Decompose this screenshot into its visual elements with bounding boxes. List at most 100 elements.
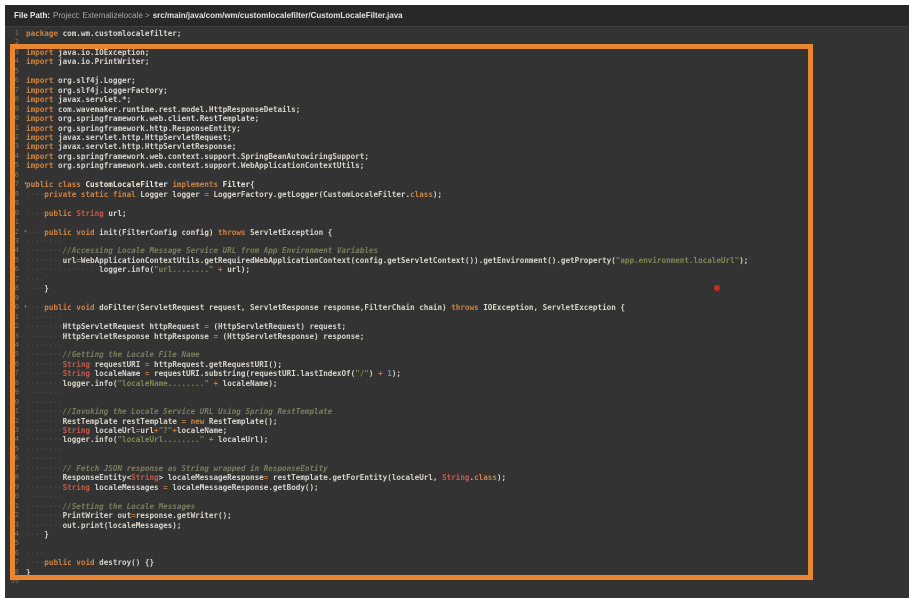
code-line[interactable]: 12import javax.servlet.http.HttpServletR… bbox=[5, 133, 909, 142]
code-line[interactable]: 57····public void destroy() {} bbox=[5, 558, 909, 567]
code-line-content[interactable]: ········//Setting the Locale Messages bbox=[21, 502, 195, 511]
code-line-content[interactable]: import org.slf4j.LoggerFactory; bbox=[21, 86, 168, 95]
code-line[interactable]: 9import com.wavemaker.runtime.rest.model… bbox=[5, 105, 909, 114]
code-editor[interactable]: 1package com.wm.customlocalefilter;23imp… bbox=[5, 27, 909, 598]
code-line[interactable]: 1package com.wm.customlocalefilter; bbox=[5, 29, 909, 38]
code-line[interactable]: 56···· bbox=[5, 549, 909, 558]
code-line-content[interactable]: ········ bbox=[21, 341, 63, 350]
code-line[interactable]: 33········HttpServletResponse httpRespon… bbox=[5, 332, 909, 341]
code-line-content[interactable]: public class CustomLocaleFilter implemen… bbox=[21, 180, 255, 189]
code-line[interactable]: 58} bbox=[5, 568, 909, 577]
code-line-content[interactable] bbox=[21, 577, 26, 586]
code-line[interactable]: 29 bbox=[5, 294, 909, 303]
code-line-content[interactable] bbox=[21, 171, 26, 180]
code-line-content[interactable]: ········ bbox=[21, 454, 63, 463]
code-line[interactable]: 27···· bbox=[5, 275, 909, 284]
code-line-content[interactable]: ········ bbox=[21, 237, 63, 246]
code-line[interactable]: 23········ bbox=[5, 237, 909, 246]
code-line[interactable]: 50········ bbox=[5, 492, 909, 501]
code-line[interactable]: 36········String requestURI = httpReques… bbox=[5, 360, 909, 369]
code-line[interactable]: 24········//Accessing Locale Message Ser… bbox=[5, 246, 909, 255]
code-line[interactable]: 17▾public class CustomLocaleFilter imple… bbox=[5, 180, 909, 189]
code-line-content[interactable] bbox=[21, 218, 26, 227]
code-line-content[interactable]: ········//Getting the Locale File Name bbox=[21, 350, 200, 359]
code-line-content[interactable]: ········//Accessing Locale Message Servi… bbox=[21, 246, 378, 255]
code-line-content[interactable] bbox=[21, 539, 26, 548]
code-line[interactable]: 11import org.springframework.http.Respon… bbox=[5, 124, 909, 133]
code-line[interactable]: 42········RestTemplate restTemplate = ne… bbox=[5, 417, 909, 426]
code-line-content[interactable]: ················logger.info("url........… bbox=[21, 265, 250, 274]
code-line[interactable]: 5 bbox=[5, 67, 909, 76]
code-lines-container[interactable]: 1package com.wm.customlocalefilter;23imp… bbox=[5, 29, 909, 587]
code-line-content[interactable]: ········ bbox=[21, 445, 63, 454]
code-line[interactable]: 49········String localeMessages = locale… bbox=[5, 483, 909, 492]
code-line[interactable]: 39········ bbox=[5, 388, 909, 397]
code-line[interactable]: 21 bbox=[5, 218, 909, 227]
fold-toggle-icon[interactable]: ▾ bbox=[24, 180, 27, 189]
code-line-content[interactable]: ····public void doFilter(ServletRequest … bbox=[21, 303, 625, 312]
code-line-content[interactable]: ········logger.info("localeUrl........" … bbox=[21, 435, 268, 444]
code-line[interactable]: 3import java.io.IOException; bbox=[5, 48, 909, 57]
code-line-content[interactable]: ········PrintWriter out=response.getWrit… bbox=[21, 511, 232, 520]
fold-toggle-icon[interactable]: ▾ bbox=[24, 228, 27, 237]
code-line-content[interactable]: ········out.print(localeMessages); bbox=[21, 521, 181, 530]
code-line[interactable]: 30▾····public void doFilter(ServletReque… bbox=[5, 303, 909, 312]
code-line[interactable]: 45········ bbox=[5, 445, 909, 454]
code-line-content[interactable]: ········ bbox=[21, 492, 63, 501]
code-line-content[interactable]: ········ bbox=[21, 398, 63, 407]
code-line-content[interactable]: ····public void destroy() {} bbox=[21, 558, 154, 567]
code-line[interactable]: 28····} bbox=[5, 284, 909, 293]
code-line-content[interactable] bbox=[21, 67, 26, 76]
code-line[interactable]: 26················logger.info("url......… bbox=[5, 265, 909, 274]
code-line[interactable]: 16 bbox=[5, 171, 909, 180]
code-line-content[interactable]: ········//Invoking the Locale Service UR… bbox=[21, 407, 332, 416]
code-line[interactable]: 6import org.slf4j.Logger; bbox=[5, 76, 909, 85]
code-line-content[interactable]: import org.springframework.web.context.s… bbox=[21, 161, 364, 170]
code-line-content[interactable]: import javax.servlet.*; bbox=[21, 95, 131, 104]
code-line-content[interactable]: ········// Fetch JSON response as String… bbox=[21, 464, 328, 473]
code-line-content[interactable]: package com.wm.customlocalefilter; bbox=[21, 29, 181, 38]
code-line-content[interactable]: ········String localeMessages = localeMe… bbox=[21, 483, 319, 492]
code-line-content[interactable]: ····} bbox=[21, 530, 49, 539]
code-line[interactable]: 44········logger.info("localeUrl........… bbox=[5, 435, 909, 444]
code-line-content[interactable]: import org.springframework.web.client.Re… bbox=[21, 114, 259, 123]
code-line-content[interactable]: ········url=WebApplicationContextUtils.g… bbox=[21, 256, 748, 265]
code-line[interactable]: 55 bbox=[5, 539, 909, 548]
code-line-content[interactable]: } bbox=[21, 568, 31, 577]
code-line[interactable]: 41········//Invoking the Locale Service … bbox=[5, 407, 909, 416]
code-line[interactable]: 34········ bbox=[5, 341, 909, 350]
code-line-content[interactable] bbox=[21, 199, 26, 208]
code-line-content[interactable]: ···· bbox=[21, 549, 44, 558]
code-line[interactable]: 18····private static final Logger logger… bbox=[5, 190, 909, 199]
code-line-content[interactable]: ········HttpServletResponse httpResponse… bbox=[21, 332, 364, 341]
code-line-content[interactable]: import com.wavemaker.runtime.rest.model.… bbox=[21, 105, 300, 114]
code-line-content[interactable]: ········ bbox=[21, 313, 63, 322]
code-line[interactable]: 31········ bbox=[5, 313, 909, 322]
code-line-content[interactable]: ········ResponseEntity<String> localeMes… bbox=[21, 473, 506, 482]
code-line[interactable]: 2 bbox=[5, 38, 909, 47]
code-line-content[interactable]: ····private static final Logger logger =… bbox=[21, 190, 442, 199]
code-line[interactable]: 4import java.io.PrintWriter; bbox=[5, 57, 909, 66]
code-line[interactable]: 35········//Getting the Locale File Name bbox=[5, 350, 909, 359]
code-line-content[interactable]: ···· bbox=[21, 275, 44, 284]
code-line-content[interactable]: ········ bbox=[21, 388, 63, 397]
code-line-content[interactable]: ········HttpServletRequest httpRequest =… bbox=[21, 322, 346, 331]
code-line[interactable]: 48········ResponseEntity<String> localeM… bbox=[5, 473, 909, 482]
code-line-content[interactable]: import java.io.IOException; bbox=[21, 48, 149, 57]
code-line[interactable]: 10import org.springframework.web.client.… bbox=[5, 114, 909, 123]
code-line-content[interactable]: ····public void init(FilterConfig config… bbox=[21, 228, 332, 237]
code-line-content[interactable]: import javax.servlet.http.HttpServletRes… bbox=[21, 142, 236, 151]
code-line[interactable]: 8import javax.servlet.*; bbox=[5, 95, 909, 104]
code-line[interactable]: 51········//Setting the Locale Messages bbox=[5, 502, 909, 511]
code-line[interactable]: 25········url=WebApplicationContextUtils… bbox=[5, 256, 909, 265]
code-line-content[interactable]: import org.slf4j.Logger; bbox=[21, 76, 136, 85]
code-line-content[interactable]: ········logger.info("localeName........"… bbox=[21, 379, 277, 388]
code-line-content[interactable] bbox=[21, 38, 26, 47]
code-line[interactable]: 7import org.slf4j.LoggerFactory; bbox=[5, 86, 909, 95]
code-line-content[interactable] bbox=[21, 294, 26, 303]
code-line[interactable]: 59 bbox=[5, 577, 909, 586]
code-line[interactable]: 40········ bbox=[5, 398, 909, 407]
code-line[interactable]: 14import org.springframework.web.context… bbox=[5, 152, 909, 161]
code-line-content[interactable]: ········String requestURI = httpRequest.… bbox=[21, 360, 282, 369]
code-line[interactable]: 32········HttpServletRequest httpRequest… bbox=[5, 322, 909, 331]
